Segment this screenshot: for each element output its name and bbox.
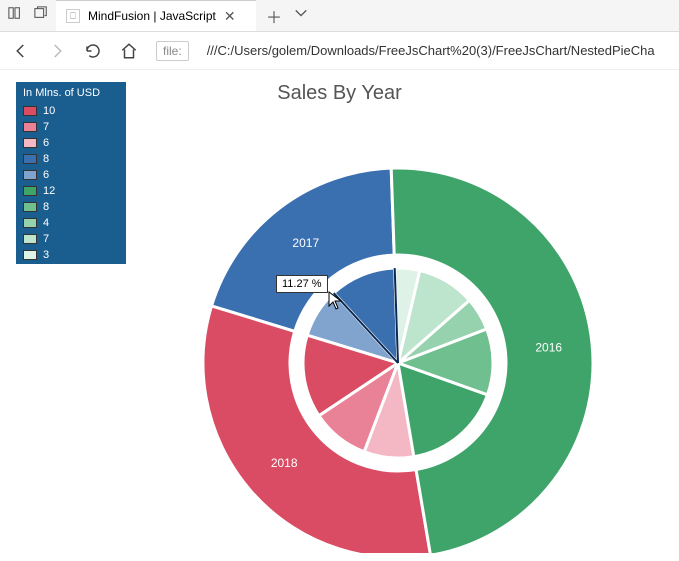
browser-toolbar: file: ///C:/Users/golem/Downloads/FreeJs… <box>0 32 679 70</box>
tab-title: MindFusion | JavaScript <box>88 9 216 23</box>
legend-item[interactable]: 6 <box>17 167 125 183</box>
legend-swatch <box>23 202 37 212</box>
ring-label: 2017 <box>292 236 319 250</box>
browser-titlebar: ⎕ MindFusion | JavaScript ✕ ＋ <box>0 0 679 32</box>
legend-swatch <box>23 186 37 196</box>
address-bar[interactable]: ///C:/Users/golem/Downloads/FreeJsChart%… <box>207 43 655 58</box>
legend-item[interactable]: 7 <box>17 119 125 135</box>
legend-label: 4 <box>43 217 49 229</box>
legend-swatch <box>23 154 37 164</box>
browser-tab[interactable]: ⎕ MindFusion | JavaScript ✕ <box>56 0 256 31</box>
legend-label: 8 <box>43 201 49 213</box>
legend-label: 7 <box>43 121 49 133</box>
legend-label: 12 <box>43 185 55 197</box>
forward-button <box>48 42 66 60</box>
legend-title: In Mlns. of USD <box>17 83 125 103</box>
legend-item[interactable]: 12 <box>17 183 125 199</box>
legend-label: 6 <box>43 137 49 149</box>
page-content: In Mlns. of USD 107686128473 Sales By Ye… <box>0 70 679 561</box>
tab-favicon-icon: ⎕ <box>66 9 80 23</box>
cursor-icon <box>328 291 344 316</box>
legend-swatch <box>23 234 37 244</box>
url-scheme-badge: file: <box>156 41 189 61</box>
legend-swatch <box>23 218 37 228</box>
legend-label: 8 <box>43 153 49 165</box>
back-button[interactable] <box>12 42 30 60</box>
tab-dropdown-icon[interactable] <box>294 6 308 25</box>
tabs-aside-icon[interactable] <box>8 6 22 25</box>
legend-item[interactable]: 6 <box>17 135 125 151</box>
legend-swatch <box>23 122 37 132</box>
chart-legend: In Mlns. of USD 10 7 6 8 6 12 8 4 7 3 <box>16 82 126 264</box>
legend-swatch <box>23 138 37 148</box>
chart-tooltip: 11.27 % <box>276 275 328 293</box>
legend-item[interactable]: 8 <box>17 151 125 167</box>
nested-pie-chart[interactable]: 2017 2018 2016 11.27 % <box>148 113 648 553</box>
legend-item[interactable]: 10 <box>17 103 125 119</box>
legend-item[interactable]: 4 <box>17 215 125 231</box>
ring-label: 2016 <box>535 341 562 355</box>
legend-item[interactable]: 7 <box>17 231 125 247</box>
legend-item[interactable]: 3 <box>17 247 125 263</box>
legend-swatch <box>23 106 37 116</box>
legend-label: 6 <box>43 169 49 181</box>
show-tabs-icon[interactable] <box>34 6 48 25</box>
ring-label: 2018 <box>271 456 298 470</box>
legend-item[interactable]: 8 <box>17 199 125 215</box>
legend-swatch <box>23 170 37 180</box>
window-controls <box>0 0 56 31</box>
tab-close-icon[interactable]: ✕ <box>224 8 236 25</box>
new-tab-icon[interactable]: ＋ <box>266 4 282 28</box>
legend-label: 7 <box>43 233 49 245</box>
refresh-button[interactable] <box>84 42 102 60</box>
legend-label: 3 <box>43 249 49 261</box>
tab-actions: ＋ <box>256 0 318 31</box>
legend-label: 10 <box>43 105 55 117</box>
legend-swatch <box>23 250 37 260</box>
home-button[interactable] <box>120 42 138 60</box>
